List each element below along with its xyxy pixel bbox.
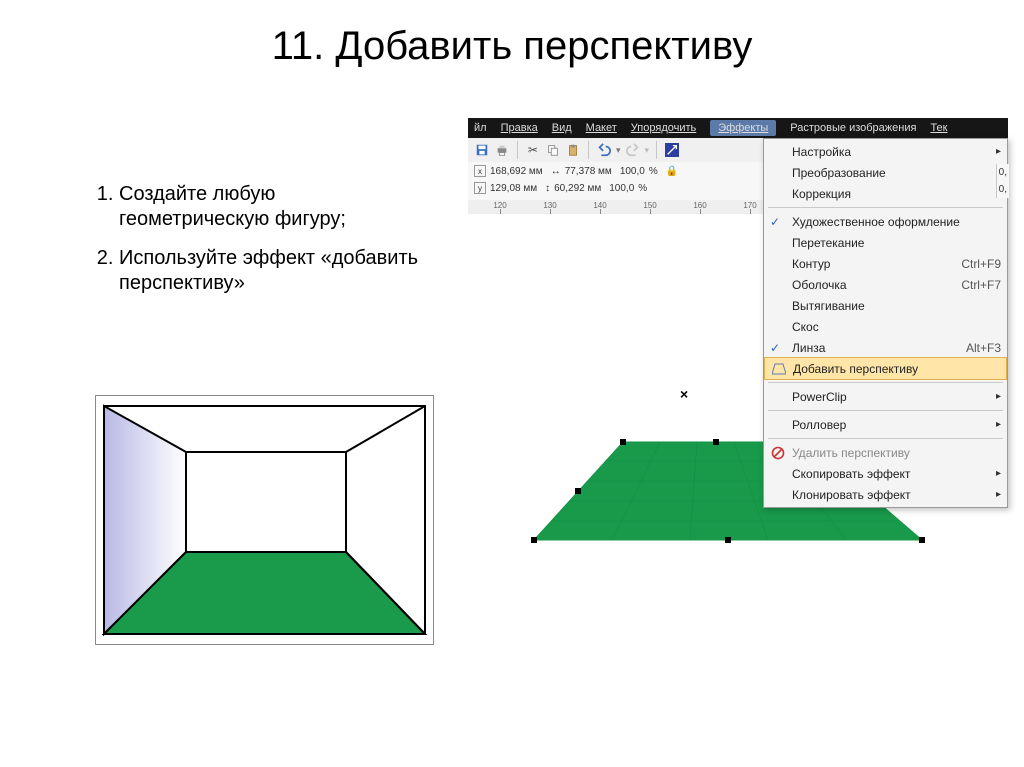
menu-item-clear-perspective[interactable]: Удалить перспективу — [764, 442, 1007, 463]
lock-icon[interactable]: 🔒 — [666, 166, 678, 177]
width-arrow-icon: ↔ — [551, 166, 561, 177]
menu-item-adjust[interactable]: Настройка▸ — [764, 141, 1007, 162]
room-illustration — [95, 395, 434, 645]
shortcut-label: Ctrl+F7 — [961, 278, 1001, 292]
coreldraw-screenshot: йл Правка Вид Макет Упорядочить Эффекты … — [468, 118, 1008, 558]
submenu-arrow-icon: ▸ — [996, 391, 1001, 402]
menu-arrange[interactable]: Упорядочить — [631, 122, 696, 134]
save-icon[interactable] — [474, 142, 490, 158]
propbar-right-edge: 0, 0, — [996, 164, 1009, 198]
menu-item-contour[interactable]: КонтурCtrl+F9 — [764, 253, 1007, 274]
app-ruler-horizontal: 120 130 140 150 160 170 — [468, 200, 765, 215]
menu-separator — [768, 410, 1003, 411]
app-toolbar: ✂ ▾ ▾ — [468, 138, 771, 163]
scale-y-unit: % — [638, 183, 647, 194]
scale-x-value: 100,0 — [620, 166, 645, 177]
menu-item-envelope[interactable]: ОболочкаCtrl+F7 — [764, 274, 1007, 295]
perspective-icon — [771, 361, 787, 377]
menu-separator — [768, 438, 1003, 439]
shortcut-label: Alt+F3 — [966, 341, 1001, 355]
menu-separator — [768, 207, 1003, 208]
launch-icon[interactable] — [664, 142, 680, 158]
menu-item-clone-effect[interactable]: Клонировать эффект▸ — [764, 484, 1007, 505]
menu-item-powerclip[interactable]: PowerClip▸ — [764, 386, 1007, 407]
width-value: 77,378 мм — [565, 166, 612, 177]
scale-y-value: 100,0 — [609, 183, 634, 194]
slide-title: 11. Добавить перспективу — [0, 24, 1024, 69]
height-value: 60,292 мм — [554, 183, 601, 194]
menu-item-copy-effect[interactable]: Скопировать эффект▸ — [764, 463, 1007, 484]
forbidden-icon — [770, 445, 786, 461]
effects-dropdown-menu: Настройка▸ Преобразование▸ Коррекция▸ Ху… — [763, 138, 1008, 508]
y-coord-icon: y — [474, 182, 486, 194]
menu-item-add-perspective[interactable]: Добавить перспективу — [764, 357, 1007, 380]
instructions: Создайте любую геометрическую фигуру; Ис… — [85, 182, 425, 310]
selection-center-marker: × — [680, 386, 688, 402]
menu-text[interactable]: Тек — [930, 122, 947, 134]
submenu-arrow-icon: ▸ — [996, 489, 1001, 500]
x-coord-value: 168,692 мм — [490, 166, 543, 177]
menu-item-blend[interactable]: Перетекание — [764, 232, 1007, 253]
menu-bitmap[interactable]: Растровые изображения — [790, 122, 916, 134]
menu-item-correction[interactable]: Коррекция▸ — [764, 183, 1007, 204]
undo-dropdown-icon[interactable]: ▾ — [616, 145, 621, 156]
room-svg — [100, 400, 429, 640]
menu-item-extrude[interactable]: Вытягивание — [764, 295, 1007, 316]
undo-icon[interactable] — [596, 142, 612, 158]
submenu-arrow-icon: ▸ — [996, 146, 1001, 157]
cut-icon[interactable]: ✂ — [525, 142, 541, 158]
submenu-arrow-icon: ▸ — [996, 419, 1001, 430]
y-coord-value: 129,08 мм — [490, 183, 537, 194]
print-icon[interactable] — [494, 142, 510, 158]
app-menubar: йл Правка Вид Макет Упорядочить Эффекты … — [468, 118, 1008, 138]
scale-y-right: 0, — [999, 181, 1007, 198]
paste-icon[interactable] — [565, 142, 581, 158]
menu-file[interactable]: йл — [474, 122, 487, 134]
shortcut-label: Ctrl+F9 — [961, 257, 1001, 271]
menu-edit[interactable]: Правка — [501, 122, 538, 134]
menu-item-bevel[interactable]: Скос — [764, 316, 1007, 337]
instruction-item-1: Создайте любую геометрическую фигуру; — [119, 182, 425, 232]
scale-x-unit: % — [649, 166, 658, 177]
menu-item-artistic[interactable]: Художественное оформление — [764, 211, 1007, 232]
redo-dropdown-icon[interactable]: ▾ — [645, 145, 650, 156]
menu-separator — [768, 382, 1003, 383]
app-property-bar: x 168,692 мм ↔ 77,378 мм 100,0% 🔒 y 129,08 … — [468, 162, 765, 201]
menu-view[interactable]: Вид — [552, 122, 572, 134]
submenu-arrow-icon: ▸ — [996, 468, 1001, 479]
slide: 11. Добавить перспективу Создайте любую … — [0, 0, 1024, 767]
menu-item-transform[interactable]: Преобразование▸ — [764, 162, 1007, 183]
menu-item-lens[interactable]: ЛинзаAlt+F3 — [764, 337, 1007, 358]
redo-icon[interactable] — [625, 142, 641, 158]
x-coord-icon: x — [474, 165, 486, 177]
scale-x-right: 0, — [999, 164, 1007, 181]
height-arrow-icon: ↕ — [545, 183, 550, 194]
copy-icon[interactable] — [545, 142, 561, 158]
menu-layout[interactable]: Макет — [586, 122, 617, 134]
menu-item-rollover[interactable]: Ролловер▸ — [764, 414, 1007, 435]
menu-effects[interactable]: Эффекты — [710, 120, 776, 136]
instruction-item-2: Используйте эффект «добавить перспективу… — [119, 246, 425, 296]
